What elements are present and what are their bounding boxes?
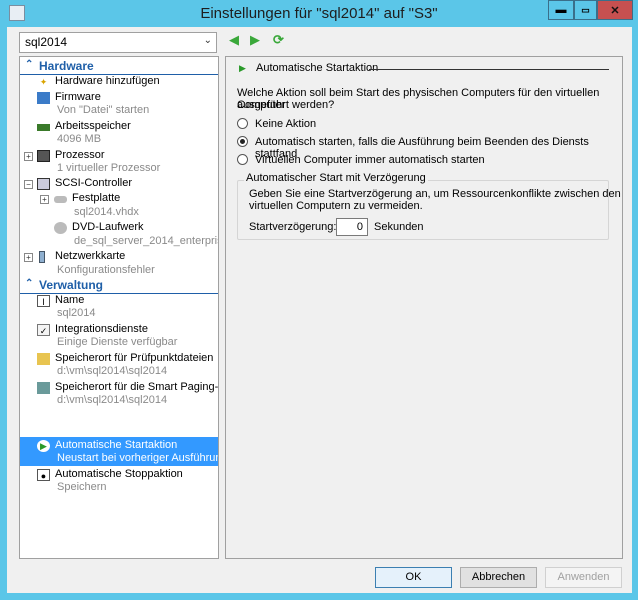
processor-icon — [37, 150, 50, 162]
refresh-icon[interactable]: ⟳ — [273, 32, 284, 48]
option-label[interactable]: Keine Aktion — [255, 118, 316, 130]
expand-icon[interactable]: + — [40, 195, 49, 204]
tree-item-scsi[interactable]: − SCSI-Controller — [20, 177, 218, 192]
delay-description: virtuellen Computern zu vermeiden. — [249, 200, 423, 212]
forward-arrow-icon[interactable]: ▶ — [250, 32, 260, 48]
section-hardware[interactable]: ⌃ Hardware — [20, 59, 218, 75]
delay-label: Startverzögerung: — [249, 221, 337, 233]
add-hardware-icon: ✦ — [39, 77, 48, 87]
delay-input[interactable]: 0 — [336, 218, 368, 236]
item-label: Arbeitsspeicher — [55, 120, 131, 132]
expand-icon[interactable]: + — [24, 253, 33, 262]
folder-icon — [37, 353, 50, 365]
item-label: Automatische Startaktion — [55, 439, 178, 451]
delay-unit: Sekunden — [374, 221, 424, 233]
item-label: Prozessor — [55, 149, 105, 161]
window-title: Einstellungen für "sql2014" auf "S3" — [200, 5, 438, 22]
expand-icon[interactable]: + — [24, 152, 33, 161]
integration-icon: ✓ — [37, 324, 50, 336]
item-sub: sql2014.vhdx — [74, 206, 139, 218]
item-sub: d:\vm\sql2014\sql2014 — [57, 394, 168, 406]
item-label: SCSI-Controller — [55, 177, 133, 189]
divider — [369, 69, 609, 70]
tree-item-harddisk[interactable]: + Festplatte — [20, 192, 218, 207]
section-management[interactable]: ⌃ Verwaltung — [20, 278, 218, 294]
vm-select-value: sql2014 — [25, 35, 68, 49]
title-bar: Einstellungen für "sql2014" auf "S3" ▬ ▭… — [0, 0, 638, 28]
firmware-icon — [37, 92, 50, 104]
settings-panel: ▶ Automatische Startaktion Welche Aktion… — [225, 56, 623, 559]
item-label: Netzwerkkarte — [55, 250, 126, 262]
radio-always-start[interactable] — [237, 154, 248, 165]
maximize-button[interactable]: ▭ — [574, 0, 597, 20]
item-sub: Einige Dienste verfügbar — [57, 336, 178, 348]
item-sub: Konfigurationsfehler — [57, 264, 155, 276]
radio-auto-start-if-running[interactable] — [237, 136, 248, 147]
panel-title: Automatische Startaktion — [256, 62, 379, 74]
group-label: Automatischer Start mit Verzögerung — [244, 172, 428, 184]
paging-icon — [37, 382, 50, 394]
close-button[interactable]: ✕ — [597, 0, 633, 20]
option-label[interactable]: Virtuellen Computer immer automatisch st… — [255, 154, 485, 166]
dvd-icon — [54, 222, 67, 234]
section-label: Hardware — [39, 59, 94, 73]
item-label: Speicherort für Prüfpunktdateien — [55, 352, 214, 364]
stop-icon: ● — [37, 469, 50, 481]
minimize-button[interactable]: ▬ — [548, 0, 574, 20]
start-icon: ▶ — [239, 63, 246, 73]
delay-description: Geben Sie eine Startverzögerung an, um R… — [249, 188, 621, 200]
item-sub: 4096 MB — [57, 133, 102, 145]
tree-item-dvd[interactable]: DVD-Laufwerk — [20, 221, 218, 236]
item-sub: 1 virtueller Prozessor — [57, 162, 161, 174]
disk-icon — [54, 196, 67, 203]
item-label: Hardware hinzufügen — [55, 75, 160, 87]
network-icon — [39, 251, 45, 263]
scsi-icon — [37, 178, 50, 190]
question-text: ausgeführt werden? — [237, 99, 335, 111]
item-sub: Speichern — [57, 481, 107, 493]
tree-item-add-hardware[interactable]: ✦ Hardware hinzufügen — [20, 75, 218, 90]
item-label: Festplatte — [72, 192, 121, 204]
radio-no-action[interactable] — [237, 118, 248, 129]
item-label: Firmware — [55, 91, 101, 103]
item-label: Integrationsdienste — [55, 323, 148, 335]
cancel-button[interactable]: Abbrechen — [460, 567, 537, 588]
collapse-icon[interactable]: − — [24, 180, 33, 189]
item-label: Automatische Stoppaktion — [55, 468, 183, 480]
item-sub: d:\vm\sql2014\sql2014 — [57, 365, 168, 377]
item-sub: de_sql_server_2014_enterpris... — [74, 235, 219, 247]
dialog-body: sql2014 ⌄ ◀ ▶ ⟳ ⌃ Hardware ✦ Hardware hinzu… — [7, 27, 632, 593]
ok-button[interactable]: OK — [375, 567, 452, 588]
back-arrow-icon[interactable]: ◀ — [229, 32, 239, 48]
name-icon: I — [37, 295, 50, 307]
item-label: Name — [55, 294, 85, 306]
collapse-icon: ⌃ — [25, 278, 34, 289]
item-sub: Neustart bei vorheriger Ausführung — [57, 452, 219, 464]
chevron-down-icon: ⌄ — [203, 35, 212, 46]
vm-select[interactable]: sql2014 ⌄ — [19, 32, 217, 53]
item-label: Speicherort für die Smart Paging-D... — [55, 381, 219, 393]
apply-button[interactable]: Anwenden — [545, 567, 622, 588]
item-sub: Von "Datei" starten — [57, 104, 150, 116]
tree-item-network[interactable]: + Netzwerkkarte — [20, 250, 218, 265]
collapse-icon: ⌃ — [25, 59, 34, 70]
item-sub: sql2014 — [57, 307, 96, 319]
start-icon: ▶ — [37, 440, 50, 452]
item-label: DVD-Laufwerk — [72, 221, 144, 233]
section-label: Verwaltung — [39, 278, 104, 292]
settings-tree: ⌃ Hardware ✦ Hardware hinzufügen Firmware … — [19, 56, 219, 559]
memory-icon — [37, 124, 50, 131]
